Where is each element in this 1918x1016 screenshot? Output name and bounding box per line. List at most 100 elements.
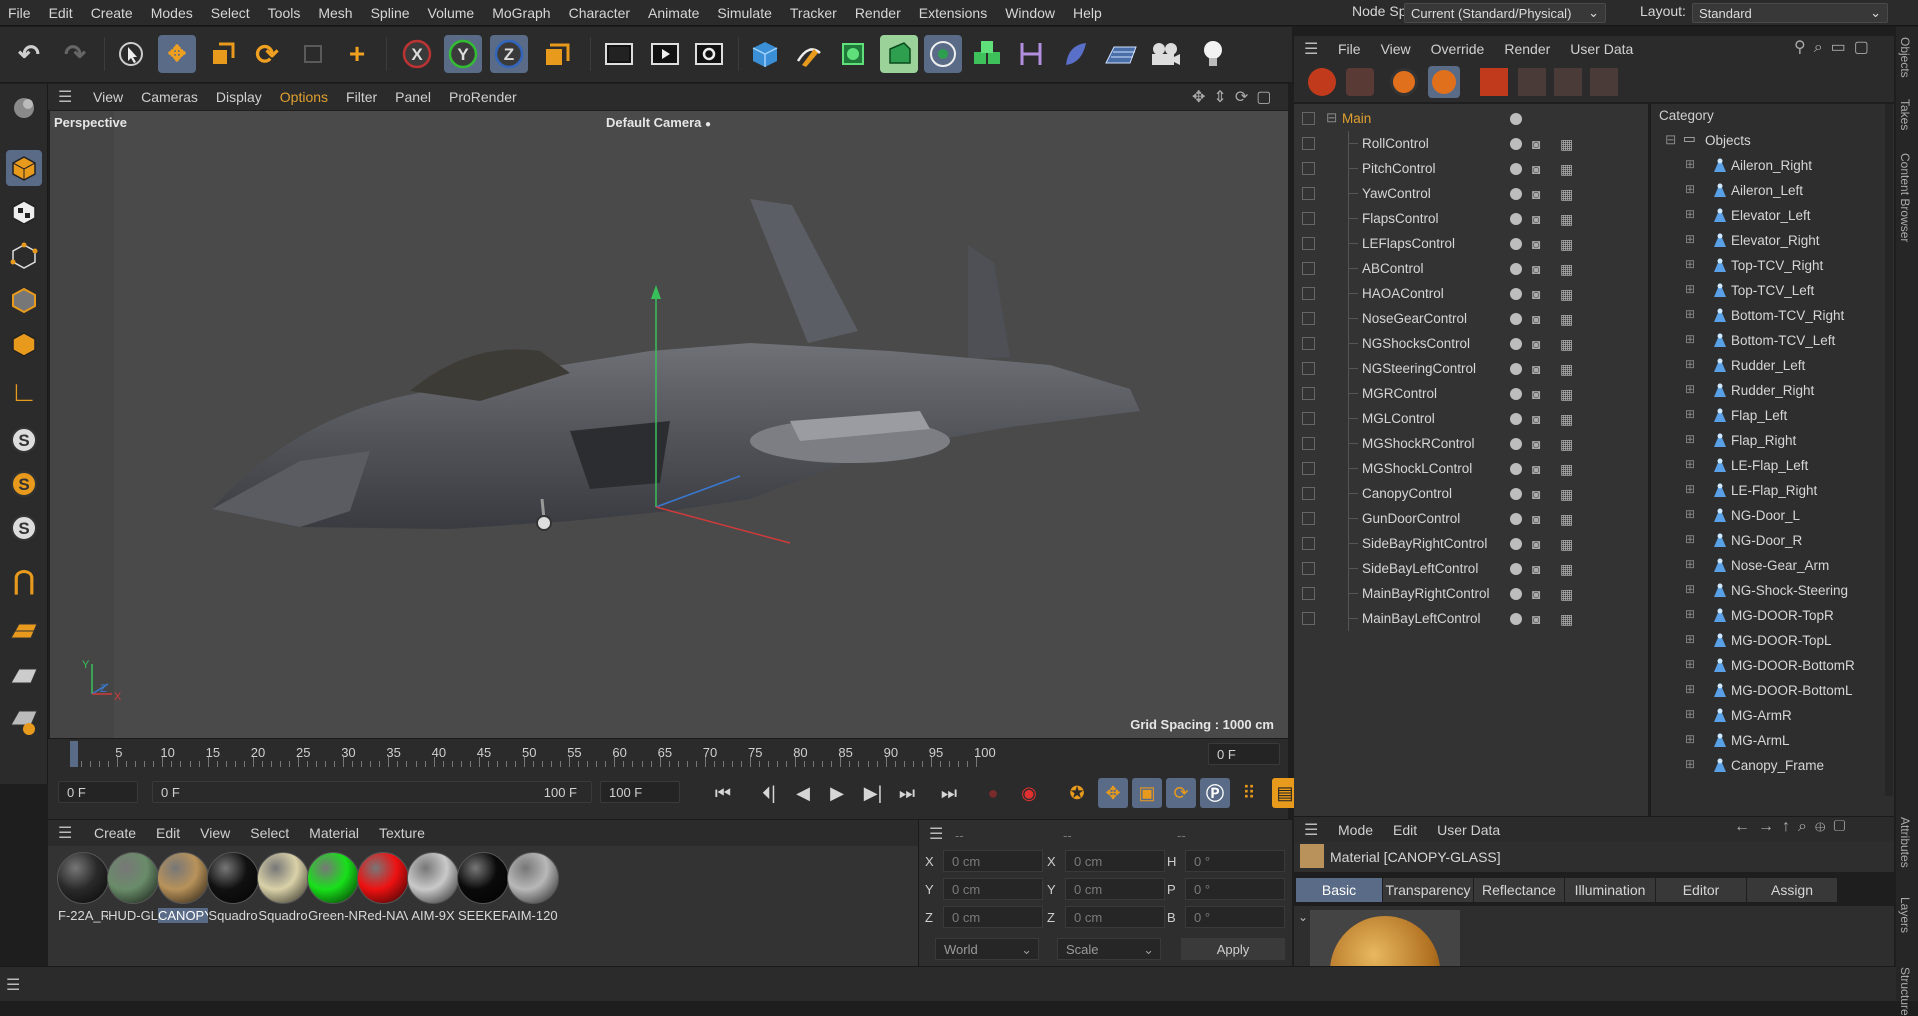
expand-icon[interactable]: ⊞ [1685,682,1695,696]
current-frame-field[interactable]: 0 F [1208,743,1280,765]
z-axis-lock-icon[interactable]: Z [490,35,528,73]
viewport-menu-panel[interactable]: Panel [386,89,440,105]
visibility-dot[interactable] [1510,388,1522,400]
locked-workplane-icon[interactable] [6,658,42,694]
expand-icon[interactable]: ⊞ [1685,507,1695,521]
scale-key-icon[interactable]: ▣ [1132,778,1162,808]
start-frame-field[interactable]: 0 F [58,781,138,803]
visibility-dot[interactable] [1510,513,1522,525]
object-row[interactable]: SideBayLeftControl ◙ ▦ [1294,556,1648,581]
object-row[interactable]: SideBayRightControl ◙ ▦ [1294,531,1648,556]
row-checkbox[interactable] [1302,262,1315,275]
object-row[interactable]: YawControl ◙ ▦ [1294,181,1648,206]
go-to-start-icon[interactable]: ⏮ [708,778,738,808]
field-icon[interactable] [1056,35,1094,73]
visibility-dot[interactable] [1510,538,1522,550]
menu-extensions[interactable]: Extensions [910,5,996,21]
collapse-icon[interactable]: ⊟ [1326,110,1337,126]
side-tab-layers[interactable]: Layers [1898,897,1912,933]
expand-icon[interactable]: ⊞ [1685,182,1695,196]
menu-select[interactable]: Select [202,5,259,21]
row-checkbox[interactable] [1302,537,1315,550]
visibility-dot[interactable] [1510,488,1522,500]
row-checkbox[interactable] [1302,412,1315,425]
floor-environment-icon[interactable] [1102,35,1140,73]
expand-icon[interactable]: ⊞ [1685,457,1695,471]
category-item[interactable]: ⊞ LE-Flap_Right [1651,478,1883,503]
row-checkbox[interactable] [1302,237,1315,250]
attributes-menu-edit[interactable]: Edit [1383,822,1427,838]
tag-icon[interactable] [1308,68,1336,96]
pen-spline-icon[interactable] [790,35,828,73]
menu-create[interactable]: Create [82,5,142,21]
camera-name[interactable]: Default Camera ● [606,115,711,130]
xpresso-icon[interactable] [1390,68,1418,96]
expand-icon[interactable]: ⊞ [1685,607,1695,621]
keyframe-selection-icon[interactable]: ✪ [1062,778,1092,808]
category-item[interactable]: ⊞ MG-ArmL [1651,728,1883,753]
transform-mode-select[interactable]: Scale ⌄ [1057,938,1161,960]
attributes-nav-icons[interactable]: ←→↑⌕⊕▢ [1734,818,1854,836]
expand-icon[interactable]: ⊞ [1685,557,1695,571]
move-tool-icon[interactable]: ✥ [158,35,196,73]
menu-modes[interactable]: Modes [142,5,202,21]
timeline-ruler[interactable]: 0510152025303540455055606570758085909510… [48,738,1288,769]
object-row[interactable]: NGShocksControl ◙ ▦ [1294,331,1648,356]
row-checkbox[interactable] [1302,562,1315,575]
attributes-menu-user-data[interactable]: User Data [1427,822,1510,838]
object-row[interactable]: GunDoorControl ◙ ▦ [1294,506,1648,531]
cube-primitive-icon[interactable] [746,35,784,73]
attributes-tab-editor[interactable]: Editor [1656,878,1746,902]
snap-icon[interactable]: S [6,422,42,458]
row-checkbox[interactable] [1302,337,1315,350]
row-checkbox[interactable] [1302,612,1315,625]
hamburger-icon[interactable]: ☰ [48,87,84,107]
category-item[interactable]: ⊞ Bottom-TCV_Left [1651,328,1883,353]
expand-icon[interactable]: ⊞ [1685,632,1695,646]
expand-icon[interactable]: ⊞ [1685,482,1695,496]
menu-tracker[interactable]: Tracker [781,5,846,21]
expand-icon[interactable]: ⊞ [1685,332,1695,346]
visibility-dot[interactable] [1510,413,1522,425]
expand-icon[interactable]: ⊞ [1685,157,1695,171]
row-checkbox[interactable] [1302,112,1315,125]
play-icon[interactable]: ▶ [822,778,852,808]
visibility-dot[interactable] [1510,238,1522,250]
coord-value-field[interactable]: 0 ° [1185,850,1285,872]
object-row[interactable]: MGLControl ◙ ▦ [1294,406,1648,431]
visibility-dot[interactable] [1510,613,1522,625]
rotate-tool-icon[interactable]: ⟳ [248,35,286,73]
next-frame-icon[interactable]: ▶| [858,778,888,808]
render-tag-icon[interactable] [1480,68,1508,96]
visibility-dot[interactable] [1510,163,1522,175]
expand-icon[interactable]: ⊞ [1685,382,1695,396]
coord-value-field[interactable]: 0 cm [943,878,1043,900]
menu-edit[interactable]: Edit [40,5,82,21]
redo-icon[interactable]: ↷ [56,35,94,73]
coord-value-field[interactable]: 0 cm [943,906,1043,928]
hamburger-icon[interactable]: ☰ [1294,39,1328,59]
model-mode-icon[interactable] [6,150,42,186]
expand-icon[interactable]: ⊞ [1685,757,1695,771]
object-row[interactable]: NoseGearControl ◙ ▦ [1294,306,1648,331]
category-item[interactable]: ⊞ Nose-Gear_Arm [1651,553,1883,578]
expand-icon[interactable]: ⊞ [1685,707,1695,721]
row-checkbox[interactable] [1302,437,1315,450]
light-icon[interactable] [1194,35,1232,73]
previous-key-icon[interactable]: ⏴| [754,778,784,808]
row-checkbox[interactable] [1302,137,1315,150]
object-row[interactable]: FlapsControl ◙ ▦ [1294,206,1648,231]
coord-value-field[interactable]: 0 ° [1185,906,1285,928]
render-view-icon[interactable] [600,35,638,73]
object-menu-file[interactable]: File [1328,41,1371,57]
visibility-dot[interactable] [1510,138,1522,150]
coord-value-field[interactable]: 0 cm [1065,850,1165,872]
category-item[interactable]: ⊞ Flap_Right [1651,428,1883,453]
previous-frame-icon[interactable]: ◀ [788,778,818,808]
category-item[interactable]: ⊞ NG-Shock-Steering [1651,578,1883,603]
visibility-dot[interactable] [1510,288,1522,300]
category-item[interactable]: ⊞ Aileron_Right [1651,153,1883,178]
coord-value-field[interactable]: 0 cm [1065,878,1165,900]
view-name[interactable]: Perspective [54,115,127,130]
menu-mograph[interactable]: MoGraph [483,5,559,21]
